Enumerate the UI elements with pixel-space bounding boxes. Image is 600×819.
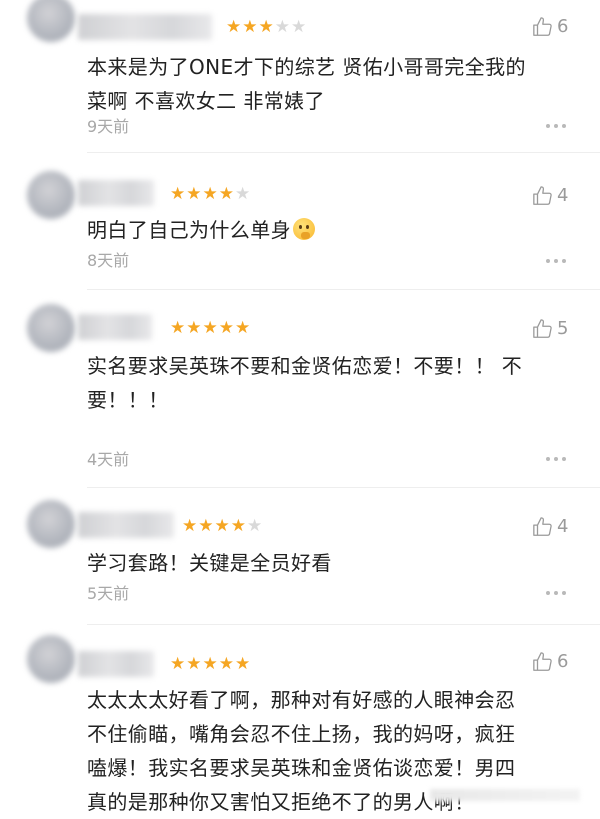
- like-button[interactable]: 6: [532, 16, 568, 38]
- star-filled-icon: ★: [170, 654, 186, 674]
- like-count: 6: [557, 16, 569, 37]
- avatar[interactable]: [27, 0, 75, 42]
- review-item: ★ ★ ★ ★ ★ 4 明白了自己为什么单身 8天前: [0, 153, 600, 288]
- avatar[interactable]: [27, 171, 75, 219]
- star-filled-icon: ★: [202, 184, 218, 204]
- avatar[interactable]: [27, 635, 75, 683]
- star-filled-icon: ★: [186, 318, 202, 338]
- review-text: 实名要求吴英珠不要和金贤佑恋爱！不要！！ 不 要！！！: [87, 354, 523, 412]
- star-rating: ★ ★ ★ ★ ★: [170, 318, 250, 338]
- more-options-icon[interactable]: [546, 457, 566, 461]
- more-options-icon[interactable]: [546, 591, 566, 595]
- like-button[interactable]: 4: [532, 185, 568, 207]
- more-options-icon[interactable]: [546, 259, 566, 263]
- star-empty-icon: ★: [274, 17, 290, 37]
- more-options-icon[interactable]: [546, 124, 566, 128]
- review-item: ★ ★ ★ ★ ★ 6 本来是为了ONE才下的综艺 贤佑小哥哥完全我的 菜啊 不喜欢女二…: [0, 0, 600, 150]
- star-filled-icon: ★: [235, 654, 251, 674]
- like-count: 4: [557, 185, 569, 206]
- review-item: ★ ★ ★ ★ ★ 5 实名要求吴英珠不要和金贤佑恋爱！不要！！ 不 要！！！ 4天前: [0, 290, 600, 485]
- review-text: 明白了自己为什么单身: [87, 213, 557, 247]
- like-button[interactable]: 4: [532, 516, 568, 538]
- star-filled-icon: ★: [170, 318, 186, 338]
- star-filled-icon: ★: [230, 516, 246, 536]
- star-filled-icon: ★: [226, 17, 242, 37]
- username[interactable]: [78, 14, 212, 40]
- thumbs-up-icon: [532, 185, 554, 207]
- star-rating: ★ ★ ★ ★ ★: [182, 516, 262, 536]
- like-button[interactable]: 5: [532, 318, 568, 340]
- star-filled-icon: ★: [218, 654, 234, 674]
- star-filled-icon: ★: [202, 654, 218, 674]
- thumbs-up-icon: [532, 318, 554, 340]
- star-empty-icon: ★: [291, 17, 307, 37]
- star-filled-icon: ★: [198, 516, 214, 536]
- thinking-face-icon: [293, 218, 315, 240]
- review-time: 5天前: [87, 584, 130, 603]
- review-time: 9天前: [87, 117, 130, 136]
- star-rating: ★ ★ ★ ★ ★: [170, 184, 250, 204]
- star-filled-icon: ★: [182, 516, 198, 536]
- like-button[interactable]: 6: [532, 651, 568, 673]
- star-filled-icon: ★: [186, 654, 202, 674]
- avatar[interactable]: [27, 304, 75, 352]
- star-rating: ★ ★ ★ ★ ★: [226, 17, 306, 37]
- star-filled-icon: ★: [242, 17, 258, 37]
- thumbs-up-icon: [532, 651, 554, 673]
- star-empty-icon: ★: [235, 184, 251, 204]
- star-filled-icon: ★: [186, 184, 202, 204]
- watermark: [430, 789, 580, 801]
- star-filled-icon: ★: [214, 516, 230, 536]
- avatar[interactable]: [27, 500, 75, 548]
- thumbs-up-icon: [532, 16, 554, 38]
- review-item: ★ ★ ★ ★ ★ 4 学习套路！关键是全员好看 5天前: [0, 488, 600, 623]
- like-count: 6: [557, 651, 569, 672]
- star-rating: ★ ★ ★ ★ ★: [170, 654, 250, 674]
- username[interactable]: [78, 314, 152, 340]
- like-count: 4: [557, 516, 569, 537]
- username[interactable]: [78, 651, 154, 677]
- review-text-content: 明白了自己为什么单身: [87, 218, 291, 242]
- review-time: 4天前: [87, 450, 130, 469]
- star-filled-icon: ★: [218, 184, 234, 204]
- star-filled-icon: ★: [218, 318, 234, 338]
- review-text: 学习套路！关键是全员好看: [87, 551, 332, 575]
- star-filled-icon: ★: [170, 184, 186, 204]
- review-item: ★ ★ ★ ★ ★ 6 太太太太好看了啊，那种对有好感的人眼神会忍 不住偷瞄，嘴角会忍不…: [0, 625, 600, 814]
- like-count: 5: [557, 318, 569, 339]
- star-filled-icon: ★: [258, 17, 274, 37]
- star-filled-icon: ★: [235, 318, 251, 338]
- star-filled-icon: ★: [202, 318, 218, 338]
- thumbs-up-icon: [532, 516, 554, 538]
- star-empty-icon: ★: [247, 516, 263, 536]
- username[interactable]: [78, 512, 174, 538]
- username[interactable]: [78, 180, 154, 206]
- review-text: 本来是为了ONE才下的综艺 贤佑小哥哥完全我的 菜啊 不喜欢女二 非常婊了: [87, 55, 526, 113]
- review-time: 8天前: [87, 251, 130, 270]
